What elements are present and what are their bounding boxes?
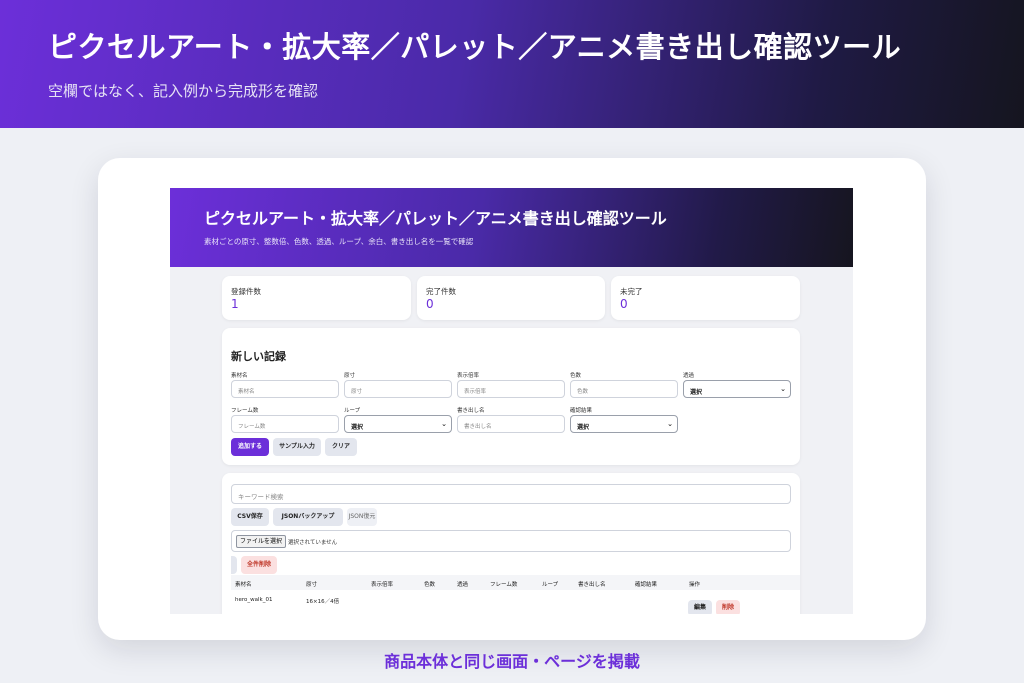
stat-value: 0 [620,297,628,311]
app-header: ピクセルアート・拡大率／パレット／アニメ書き出し確認ツール 素材ごとの原寸、整数… [170,188,853,267]
field-label-transparency: 透過 [683,373,695,379]
screenshot-frame: ピクセルアート・拡大率／パレット／アニメ書き出し確認ツール 素材ごとの原寸、整数… [98,158,926,640]
choose-file-button[interactable]: ファイルを選択 [236,535,287,548]
new-record-form: 新しい記録 素材名 素材名 原寸 原寸 表示倍率 表示倍率 色数 色数 透過 選… [222,328,800,465]
field-label-result: 確認結果 [570,408,593,414]
hidden-button-edge[interactable] [231,556,237,574]
hero-banner: ピクセルアート・拡大率／パレット／アニメ書き出し確認ツール 空欄ではなく、記入例… [0,0,1024,128]
field-label-colors: 色数 [570,373,582,379]
app-screenshot: ピクセルアート・拡大率／パレット／アニメ書き出し確認ツール 素材ごとの原寸、整数… [170,188,853,614]
records-panel: キーワード検索 CSV保存 JSONバックアップ JSON復元 ファイルを選択 … [222,473,800,614]
delete-button[interactable]: 削除 [716,600,740,614]
column-header: 操作 [689,582,701,588]
stat-label: 完了件数 [426,287,456,296]
column-header: 表示倍率 [371,582,394,588]
column-header: 色数 [424,582,436,588]
field-label-scale: 表示倍率 [457,373,480,379]
stat-card-incomplete: 未完了 0 [611,276,800,320]
column-header: 書き出し名 [578,582,606,588]
field-label-size: 原寸 [344,373,356,379]
caption: 商品本体と同じ画面・ページを掲載 [384,652,640,671]
stat-card-completed: 完了件数 0 [417,276,605,320]
add-button[interactable]: 追加する [231,438,269,456]
sample-input-button[interactable]: サンプル入力 [273,438,321,456]
field-label-frames: フレーム数 [231,408,259,414]
stat-label: 登録件数 [231,287,261,296]
app-title: ピクセルアート・拡大率／パレット／アニメ書き出し確認ツール [204,209,667,228]
field-label-loop: ループ [344,408,361,414]
cell-material-name: hero_walk_01 [235,597,273,603]
loop-select[interactable]: 選択 ⌄ [344,415,452,433]
size-input[interactable]: 原寸 [344,380,452,398]
csv-save-button[interactable]: CSV保存 [231,508,269,526]
stat-card-registered: 登録件数 1 [222,276,411,320]
json-restore-button[interactable]: JSON復元 [347,508,377,526]
field-label-name: 素材名 [231,373,248,379]
material-name-input[interactable]: 素材名 [231,380,339,398]
export-name-input[interactable]: 書き出し名 [457,415,565,433]
file-input: ファイルを選択 選択されていません [231,530,791,552]
scale-input[interactable]: 表示倍率 [457,380,565,398]
column-header: 透過 [457,582,469,588]
file-status: 選択されていません [288,540,338,546]
select-value: 選択 [577,424,590,431]
result-select[interactable]: 選択 ⌄ [570,415,678,433]
frame-count-input[interactable]: フレーム数 [231,415,339,433]
stat-value: 1 [231,297,239,311]
hero-subtitle: 空欄ではなく、記入例から完成形を確認 [48,82,319,100]
field-label-export-name: 書き出し名 [457,408,485,414]
keyword-search-input[interactable]: キーワード検索 [231,484,791,504]
stat-label: 未完了 [620,287,643,296]
colors-input[interactable]: 色数 [570,380,678,398]
table-header: 素材名 原寸 表示倍率 色数 透過 フレーム数 ループ 書き出し名 確認結果 操… [231,575,800,590]
app-subtitle: 素材ごとの原寸、整数倍、色数、透過、ループ、余白、書き出し名を一覧で確認 [204,237,474,246]
chevron-down-icon: ⌄ [667,420,673,428]
stat-value: 0 [426,297,434,311]
delete-all-button[interactable]: 全件削除 [241,556,277,574]
column-header: 原寸 [306,582,318,588]
column-header: 素材名 [235,582,252,588]
form-heading: 新しい記録 [231,350,286,363]
cell-size: 16×16／4倍 [306,599,340,605]
edit-button[interactable]: 編集 [688,600,712,614]
column-header: 確認結果 [635,582,658,588]
column-header: フレーム数 [490,582,518,588]
transparency-select[interactable]: 選択 ⌄ [683,380,791,398]
column-header: ループ [542,582,559,588]
select-value: 選択 [690,389,703,396]
chevron-down-icon: ⌄ [441,420,447,428]
chevron-down-icon: ⌄ [780,385,786,393]
hero-title: ピクセルアート・拡大率／パレット／アニメ書き出し確認ツール [48,30,902,64]
json-backup-button[interactable]: JSONバックアップ [273,508,343,526]
clear-button[interactable]: クリア [325,438,357,456]
select-value: 選択 [351,424,364,431]
